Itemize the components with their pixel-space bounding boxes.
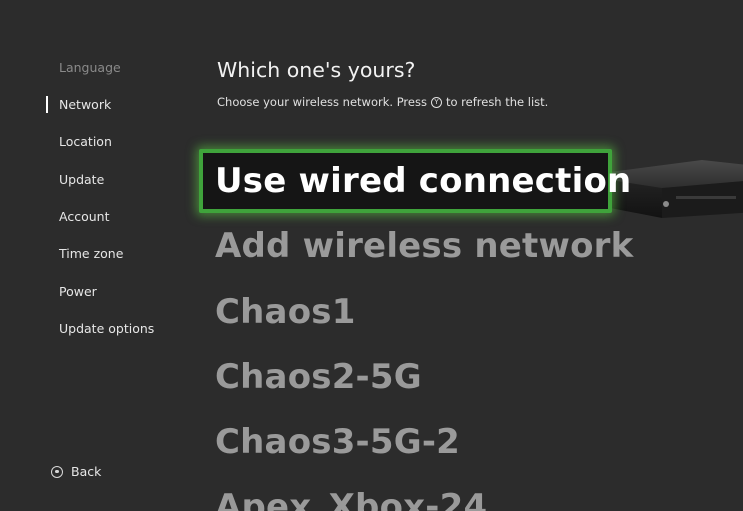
network-item-apex-xbox-24[interactable]: Apex_Xbox-24: [215, 487, 487, 511]
network-item-use-wired-connection[interactable]: Use wired connection: [215, 161, 631, 201]
sidebar-item-location[interactable]: Location: [59, 134, 112, 149]
network-item-add-wireless-network[interactable]: Add wireless network: [215, 226, 633, 266]
sidebar-item-network[interactable]: Network: [59, 97, 111, 112]
y-button-icon: Y: [430, 96, 442, 108]
sidebar-item-power[interactable]: Power: [59, 284, 97, 299]
back-button[interactable]: Back: [51, 464, 101, 479]
network-item-chaos3-5g-2[interactable]: Chaos3-5G-2: [215, 422, 460, 462]
network-item-chaos2-5g[interactable]: Chaos2-5G: [215, 357, 422, 397]
subtitle-text-after: to refresh the list.: [445, 95, 549, 109]
sidebar-item-time-zone[interactable]: Time zone: [59, 246, 123, 261]
network-item-chaos1[interactable]: Chaos1: [215, 292, 356, 332]
sidebar-item-update[interactable]: Update: [59, 172, 104, 187]
active-indicator: [46, 96, 48, 113]
page-subtitle: Choose your wireless network. Press Y to…: [217, 95, 548, 109]
setup-screen: Language Network Location Update Account…: [0, 0, 743, 511]
back-label: Back: [71, 464, 102, 479]
sidebar-item-update-options[interactable]: Update options: [59, 321, 154, 336]
subtitle-text-before: Choose your wireless network. Press: [217, 95, 427, 109]
sidebar-item-account[interactable]: Account: [59, 209, 109, 224]
setup-sidebar: Language Network Location Update Account…: [0, 0, 190, 511]
page-title: Which one's yours?: [217, 58, 416, 82]
b-button-icon: [51, 465, 63, 478]
sidebar-item-language[interactable]: Language: [59, 60, 121, 75]
